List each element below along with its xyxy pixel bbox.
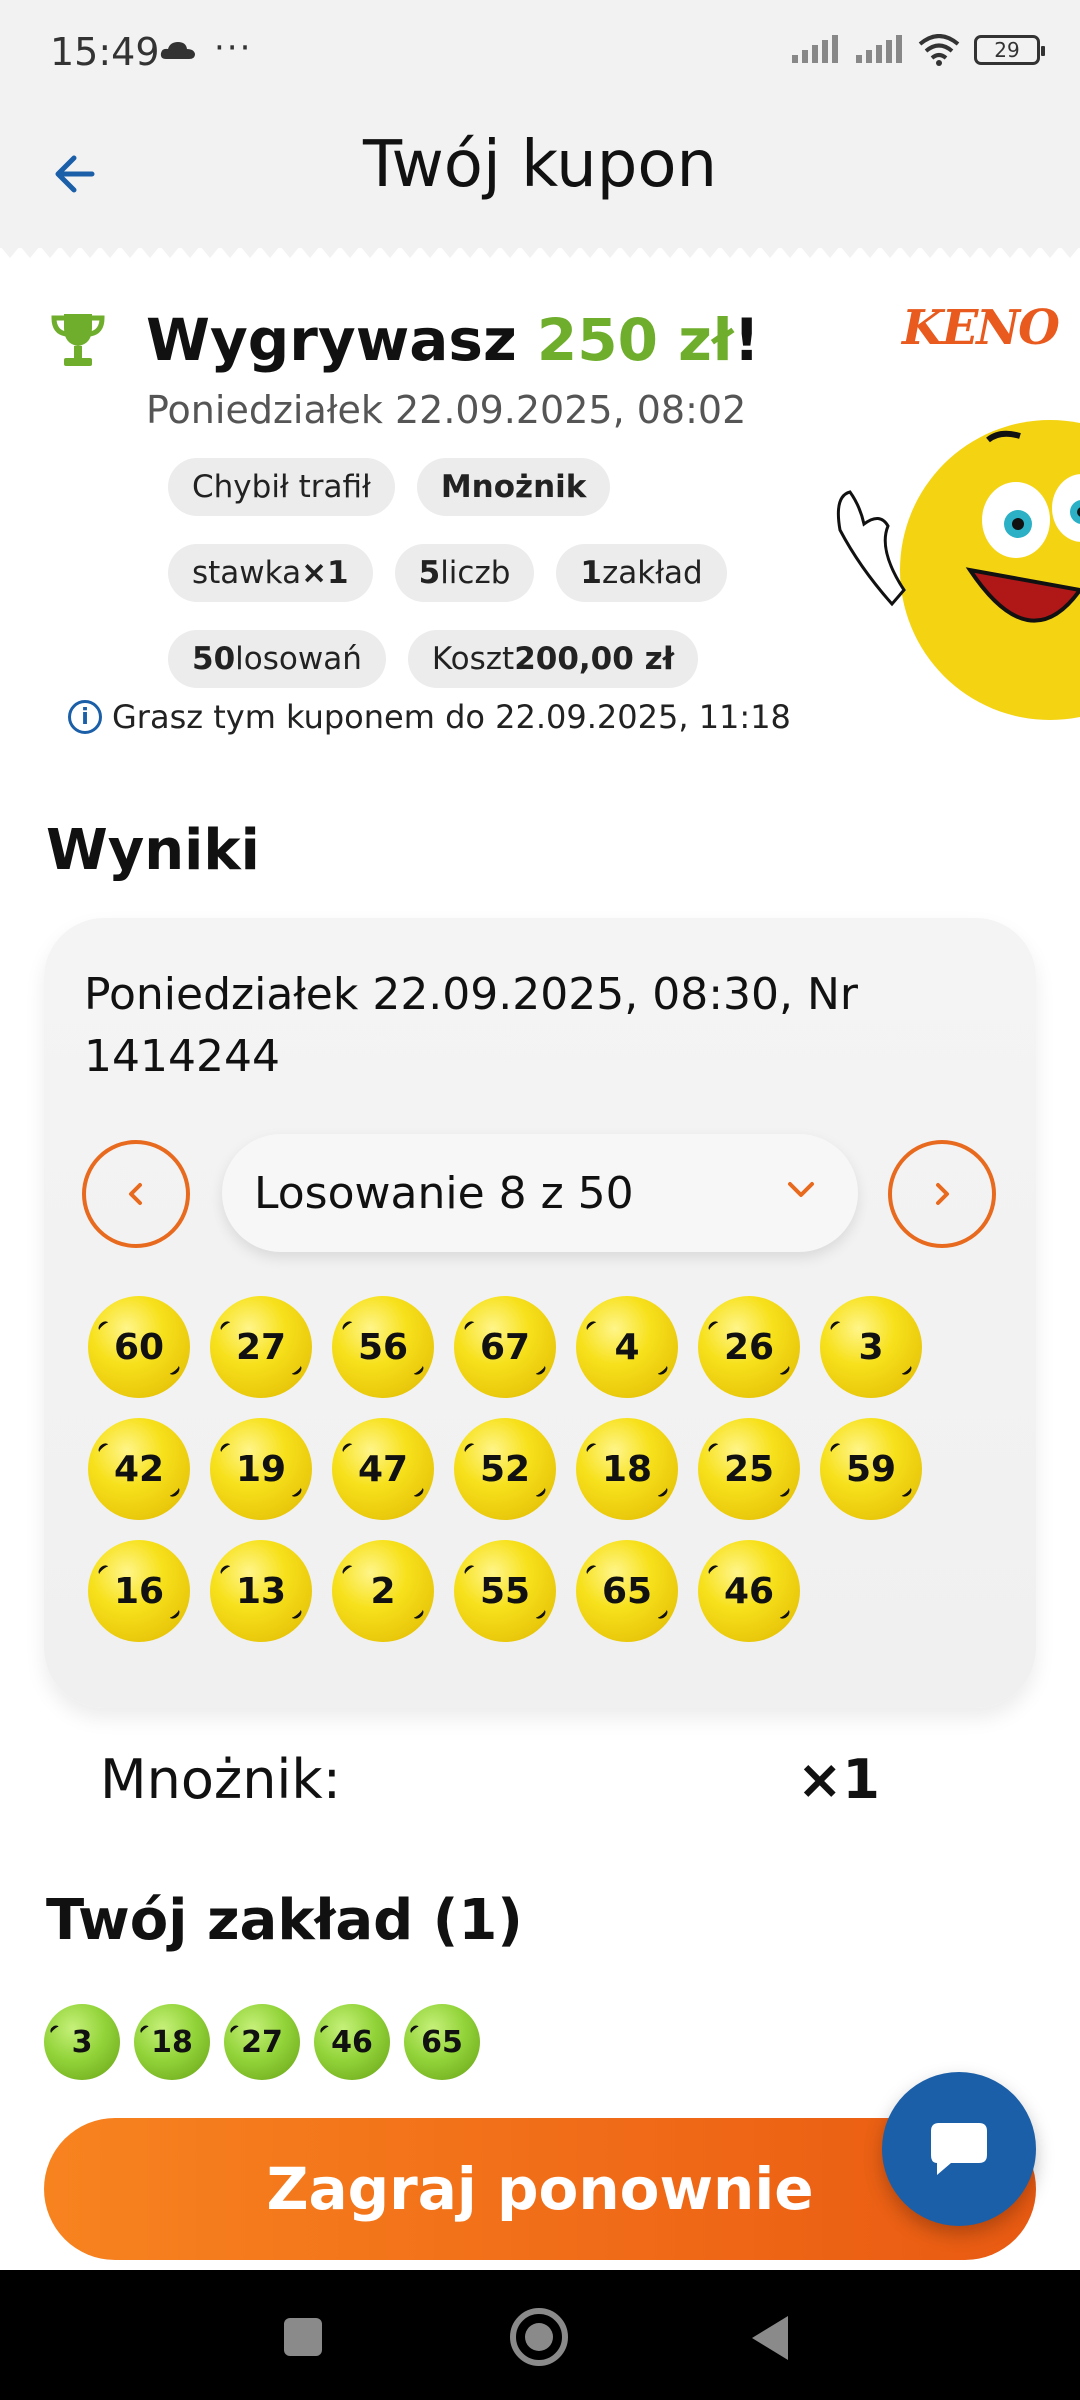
chip-bold: 50 xyxy=(192,641,236,677)
chevron-right-icon xyxy=(936,1183,949,1205)
signal-icon xyxy=(792,35,838,63)
keno-mascot-illustration xyxy=(836,420,1080,720)
drawn-ball: 3 xyxy=(820,1296,922,1398)
home-icon[interactable] xyxy=(510,2308,568,2366)
system-nav-bar xyxy=(0,2270,1080,2400)
chevron-down-icon xyxy=(788,1182,814,1197)
chip-draws-count: 50 losowań xyxy=(168,630,386,688)
bet-ball: 18 xyxy=(134,2004,210,2080)
drawn-ball: 42 xyxy=(88,1418,190,1520)
chip-bets-count: 1 zakład xyxy=(556,544,727,602)
drawn-ball: 26 xyxy=(698,1296,800,1398)
battery-icon: 29 xyxy=(974,35,1045,65)
win-suffix: ! xyxy=(733,306,760,374)
drawn-ball: 18 xyxy=(576,1418,678,1520)
chip-text: Koszt xyxy=(431,641,515,677)
bet-ball: 3 xyxy=(44,2004,120,2080)
drawn-ball: 55 xyxy=(454,1540,556,1642)
chat-icon xyxy=(931,2123,987,2175)
page-title: Twój kupon xyxy=(362,128,718,202)
chip-text: liczb xyxy=(440,555,511,591)
chip-cost: Koszt 200,00 zł xyxy=(407,630,699,688)
drawn-ball: 52 xyxy=(454,1418,556,1520)
bet-numbers: 3 18 27 46 65 xyxy=(44,2004,480,2080)
status-time: 15:49 xyxy=(50,30,160,74)
drawn-ball: 25 xyxy=(698,1418,800,1520)
drawn-ball: 19 xyxy=(210,1418,312,1520)
bet-ball: 46 xyxy=(314,2004,390,2080)
chip-bold: 5 xyxy=(418,555,441,591)
win-headline: Wygrywasz 250 zł! xyxy=(146,306,760,374)
draw-select[interactable]: Losowanie 8 z 50 xyxy=(222,1134,858,1252)
bet-ball: 65 xyxy=(404,2004,480,2080)
recent-apps-icon[interactable] xyxy=(284,2318,322,2356)
drawn-ball: 2 xyxy=(332,1540,434,1642)
coupon-validity-text: Grasz tym kuponem do 22.09.2025, 11:18 xyxy=(112,698,791,736)
chip-numbers-count: 5 liczb xyxy=(394,544,535,602)
chip-text: stawka xyxy=(192,555,302,591)
cloud-icon xyxy=(160,42,195,59)
win-prefix: Wygrywasz xyxy=(146,306,537,374)
drawn-ball: 60 xyxy=(88,1296,190,1398)
chip-stake: stawka ×1 xyxy=(168,544,373,602)
chat-button[interactable] xyxy=(882,2072,1036,2226)
drawn-ball: 65 xyxy=(576,1540,678,1642)
app-header: Twój kupon xyxy=(0,108,1080,248)
draw-select-value: Losowanie 8 z 50 xyxy=(254,1167,634,1219)
next-draw-button[interactable] xyxy=(888,1140,996,1248)
drawn-ball: 59 xyxy=(820,1418,922,1520)
bet-ball: 27 xyxy=(224,2004,300,2080)
chevron-left-icon xyxy=(129,1183,142,1205)
drawn-numbers: 60 27 56 67 4 26 3 42 19 47 52 18 25 59 … xyxy=(88,1296,988,1642)
coupon-details: Chybił trafił Mnożnik stawka ×1 5 liczb … xyxy=(168,458,808,716)
drawn-ball: 56 xyxy=(332,1296,434,1398)
drawn-ball: 67 xyxy=(454,1296,556,1398)
more-notifications-icon: ··· xyxy=(214,28,253,68)
ticket-edge xyxy=(0,238,1080,258)
system-back-icon[interactable] xyxy=(752,2316,788,2360)
chip-bold: Mnożnik xyxy=(440,469,587,505)
drawn-ball: 4 xyxy=(576,1296,678,1398)
draw-info: Poniedziałek 22.09.2025, 08:30, Nr 14142… xyxy=(84,969,858,1082)
win-amount: 250 zł xyxy=(536,306,734,374)
multiplier-row: Mnożnik: ×1 xyxy=(100,1748,880,1811)
previous-draw-button[interactable] xyxy=(82,1140,190,1248)
trophy-icon xyxy=(51,314,105,366)
coupon-validity: i Grasz tym kuponem do 22.09.2025, 11:18 xyxy=(68,698,791,736)
bet-title: Twój zakład (1) xyxy=(46,1888,523,1953)
multiplier-value: ×1 xyxy=(797,1748,880,1811)
drawn-ball: 13 xyxy=(210,1540,312,1642)
drawn-ball: 27 xyxy=(210,1296,312,1398)
chip-bold: 200,00 zł xyxy=(514,641,675,677)
wifi-icon xyxy=(918,34,960,66)
results-card: Poniedziałek 22.09.2025, 08:30, Nr 14142… xyxy=(44,918,1036,1708)
chip-game-type: Chybił trafił xyxy=(168,458,395,516)
chip-multiplier: Mnożnik xyxy=(416,458,611,516)
coupon-date: Poniedziałek 22.09.2025, 08:02 xyxy=(146,388,747,432)
drawn-ball: 47 xyxy=(332,1418,434,1520)
drawn-ball: 16 xyxy=(88,1540,190,1642)
results-title: Wyniki xyxy=(46,818,260,883)
status-bar: 15:49 ··· 29 xyxy=(0,0,1080,108)
chip-bold: 1 xyxy=(580,555,602,591)
signal-icon-2 xyxy=(856,35,902,63)
chip-text: zakład xyxy=(602,555,703,591)
status-icons: 29 xyxy=(790,34,1045,66)
drawn-ball: 46 xyxy=(698,1540,800,1642)
chip-text: Chybił trafił xyxy=(192,469,371,505)
chip-bold: ×1 xyxy=(301,555,349,591)
chip-text: losowań xyxy=(235,641,362,677)
keno-logo: KENO xyxy=(902,300,1060,356)
info-icon: i xyxy=(68,700,102,734)
multiplier-label: Mnożnik: xyxy=(100,1748,341,1811)
